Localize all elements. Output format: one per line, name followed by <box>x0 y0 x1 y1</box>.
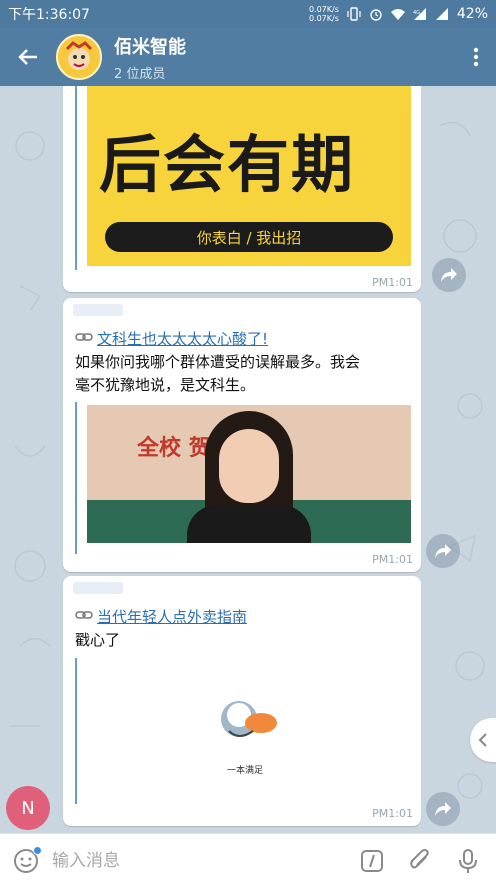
message-bubble-3[interactable]: 当代年轻人点外卖指南 戳心了 一本满足 PM1:01 <box>63 576 421 826</box>
microphone-icon <box>459 848 477 873</box>
takeout-sticker <box>221 701 277 737</box>
group-avatar[interactable] <box>56 34 102 80</box>
message-text-line-2a: 如果你问我哪个群体遭受的误解最多。我会 <box>75 353 361 371</box>
sender-name-2 <box>73 304 123 316</box>
back-arrow-icon <box>18 49 37 65</box>
floating-n-button[interactable]: N <box>6 786 50 830</box>
image-subcaption-1: 你表白 / 我出招 <box>196 228 302 247</box>
message-input[interactable] <box>52 850 342 871</box>
svg-text:4G: 4G <box>413 10 420 16</box>
link-title-2[interactable]: 文科生也太太太太心酸了! <box>75 328 268 349</box>
message-bubble-1[interactable]: 后会有期 你表白 / 我出招 PM1:01 <box>63 86 421 292</box>
notification-dot <box>33 845 42 855</box>
message-bubble-2[interactable]: 文科生也太太太太心酸了! 如果你问我哪个群体遭受的误解最多。我会 毫不犹豫地说，… <box>63 298 421 572</box>
link-icon <box>75 611 93 619</box>
more-vertical-icon <box>473 47 479 67</box>
title-block[interactable]: 佰米智能 2 位成员 <box>114 33 186 82</box>
monkey-avatar-icon <box>60 38 98 76</box>
message-time-2: PM1:01 <box>372 553 413 566</box>
voice-button[interactable] <box>454 847 482 875</box>
message-composer <box>0 833 496 887</box>
message-image-2[interactable]: 全校 贺 <box>87 405 411 543</box>
image-person-face <box>219 429 279 503</box>
message-time-3: PM1:01 <box>372 807 413 820</box>
attach-button[interactable] <box>406 847 434 875</box>
image-person-body <box>187 505 311 543</box>
link-icon <box>75 333 93 341</box>
chat-area[interactable]: 后会有期 你表白 / 我出招 PM1:01 文科生也太太太太心酸了! 如果你问我… <box>0 86 496 833</box>
chat-title: 佰米智能 <box>114 36 186 58</box>
link-title-text-2: 文科生也太太太太心酸了! <box>97 330 269 348</box>
net-speed: 0.07K/s 0.07K/s <box>309 5 339 23</box>
quote-line <box>75 402 77 554</box>
bot-command-button[interactable] <box>358 847 386 875</box>
sender-name-3 <box>73 582 123 594</box>
link-title-text-3: 当代年轻人点外卖指南 <box>97 608 248 626</box>
message-text-line-2b: 毫不犹豫地说，是文科生。 <box>75 376 256 394</box>
status-bar: 下午1:36:07 0.07K/s 0.07K/s 4G 42% <box>0 0 496 28</box>
share-button-2[interactable] <box>426 534 460 568</box>
back-button[interactable] <box>0 28 56 86</box>
share-arrow-icon <box>441 268 457 282</box>
paperclip-icon <box>410 848 429 868</box>
net-down: 0.07K/s <box>308 14 339 23</box>
message-text-3: 戳心了 <box>75 631 121 649</box>
share-arrow-icon <box>435 802 451 816</box>
chevron-left-icon <box>478 733 487 747</box>
alarm-icon <box>370 9 382 21</box>
quote-line <box>75 658 77 804</box>
member-count: 2 位成员 <box>114 66 166 82</box>
message-image-3[interactable]: 一本满足 <box>87 661 411 801</box>
status-icons: 0.07K/s 0.07K/s 4G 42% <box>309 5 488 23</box>
emoji-button[interactable] <box>0 845 52 874</box>
image-text-3: 一本满足 <box>227 766 264 776</box>
net-up: 0.07K/s <box>308 5 339 14</box>
link-title-3[interactable]: 当代年轻人点外卖指南 <box>75 606 247 627</box>
signal-4g-icon: 4G <box>413 8 426 20</box>
wifi-icon <box>390 9 405 20</box>
composer-actions <box>358 847 496 875</box>
more-menu-button[interactable] <box>456 28 496 86</box>
image-banner-1: 你表白 / 我出招 <box>105 222 393 252</box>
image-caption-1: 后会有期 <box>99 128 356 201</box>
signal-icon <box>435 8 448 20</box>
share-arrow-icon <box>435 544 451 558</box>
chat-header: 佰米智能 2 位成员 <box>0 28 496 86</box>
message-image-1[interactable]: 后会有期 你表白 / 我出招 <box>87 86 411 266</box>
quote-line <box>75 86 77 270</box>
battery-level: 42% <box>456 6 488 22</box>
message-time-1: PM1:01 <box>372 276 413 289</box>
status-time: 下午1:36:07 <box>8 7 90 23</box>
share-button-3[interactable] <box>426 792 460 826</box>
slash-command-icon <box>361 849 383 872</box>
image-text-2: 全校 贺 <box>137 436 211 461</box>
share-button-1[interactable] <box>432 258 466 292</box>
vibrate-icon <box>347 7 361 21</box>
message-text-2: 如果你问我哪个群体遭受的误解最多。我会 毫不犹豫地说，是文科生。 <box>75 351 360 397</box>
